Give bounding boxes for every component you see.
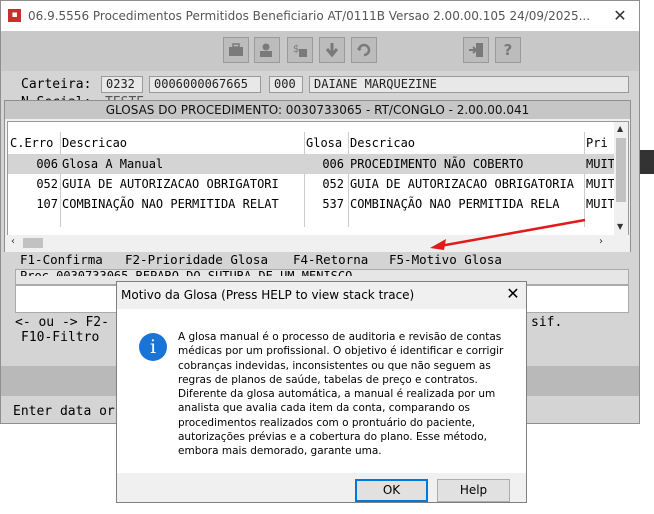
table-row[interactable]: 107 COMBINAÇÃO NAO PERMITIDA RELAT 537 C… bbox=[8, 194, 614, 214]
help-button[interactable]: Help bbox=[437, 479, 510, 502]
scrollbar-thumb[interactable] bbox=[616, 138, 626, 202]
table-row[interactable]: 006 Glosa A Manual 006 PROCEDIMENTO NÃO … bbox=[8, 154, 614, 174]
briefcase-icon[interactable] bbox=[223, 37, 249, 63]
carteira-field-1[interactable]: 0232 bbox=[101, 76, 143, 93]
scroll-up-icon[interactable]: ▲ bbox=[617, 124, 623, 133]
carteira-label: Carteira: bbox=[21, 77, 92, 92]
help-icon[interactable]: ? bbox=[495, 37, 521, 63]
col-header-descricao: Descricao bbox=[62, 136, 128, 150]
scroll-right-icon[interactable]: › bbox=[599, 236, 603, 247]
info-icon: i bbox=[139, 333, 167, 361]
refresh-icon[interactable] bbox=[351, 37, 377, 63]
help-glyph: ? bbox=[503, 41, 513, 59]
cell-pri: MUIT bbox=[586, 197, 614, 211]
cell-descricao: COMBINAÇÃO NAO PERMITIDA RELAT bbox=[62, 197, 279, 211]
ok-button[interactable]: OK bbox=[355, 479, 428, 502]
function-keys-bar: F1-Confirma F2-Prioridade Glosa F4-Retor… bbox=[4, 252, 631, 268]
money-icon[interactable]: $ bbox=[287, 37, 313, 63]
h-scrollbar-thumb[interactable] bbox=[23, 238, 43, 248]
dialog-title: Motivo da Glosa (Press HELP to view stac… bbox=[121, 288, 415, 302]
app-icon: ▪ bbox=[8, 9, 21, 22]
cell-cerro: 006 bbox=[36, 157, 58, 171]
svg-text:$: $ bbox=[293, 44, 299, 55]
cell-descricao-2: GUIA DE AUTORIZACAO OBRIGATORIA bbox=[350, 177, 574, 191]
cell-descricao-2: PROCEDIMENTO NÃO COBERTO bbox=[350, 157, 524, 171]
table-row[interactable]: 052 GUIA DE AUTORIZACAO OBRIGATORI 052 G… bbox=[8, 174, 614, 194]
procedure-line: Proc 0030733065 REPARO DO SUTURA DE UM M… bbox=[16, 270, 628, 276]
scroll-down-icon[interactable]: ▼ bbox=[617, 222, 623, 231]
motivo-glosa-dialog: Motivo da Glosa (Press HELP to view stac… bbox=[116, 281, 527, 503]
dialog-message: A glosa manual é o processo de auditoria… bbox=[178, 331, 504, 458]
status-line: Enter data or bbox=[13, 404, 115, 419]
vertical-scrollbar[interactable]: ▲ ▼ bbox=[614, 122, 628, 235]
f1-confirma[interactable]: F1-Confirma bbox=[20, 252, 103, 267]
col-header-pri: Pri bbox=[586, 136, 608, 150]
f2-prioridade-glosa[interactable]: F2-Prioridade Glosa bbox=[125, 252, 268, 267]
classif-label: sif. bbox=[531, 315, 563, 330]
cell-descricao: Glosa A Manual bbox=[62, 157, 164, 171]
col-header-glosa: Glosa bbox=[306, 136, 343, 150]
f5-motivo-glosa[interactable]: F5-Motivo Glosa bbox=[389, 252, 502, 267]
cell-descricao-2: COMBINAÇÃO NAO PERMITIDA RELA bbox=[350, 197, 560, 211]
col-header-cerro: C.Erro bbox=[10, 136, 54, 150]
window-title: 06.9.5556 Procedimentos Permitidos Benef… bbox=[28, 9, 591, 23]
cell-glosa: 006 bbox=[322, 157, 344, 171]
f10-filter[interactable]: F10-Filtro bbox=[21, 330, 99, 345]
scroll-left-icon[interactable]: ‹ bbox=[11, 236, 15, 247]
close-icon[interactable]: ✕ bbox=[603, 4, 637, 28]
glosas-title: GLOSAS DO PROCEDIMENTO: 0030733065 - RT/… bbox=[5, 101, 630, 119]
user-icon[interactable] bbox=[254, 37, 280, 63]
cell-descricao: GUIA DE AUTORIZACAO OBRIGATORI bbox=[62, 177, 279, 191]
cell-pri: MUIT bbox=[586, 177, 614, 191]
f4-retorna[interactable]: F4-Retorna bbox=[293, 252, 368, 267]
exit-icon[interactable] bbox=[463, 37, 489, 63]
down-arrow-icon[interactable] bbox=[319, 37, 345, 63]
beneficiary-name-field[interactable]: DAIANE MARQUEZINE bbox=[309, 76, 629, 93]
close-icon[interactable]: ✕ bbox=[503, 284, 523, 304]
col-header-descricao-2: Descricao bbox=[350, 136, 416, 150]
carteira-field-3[interactable]: 000 bbox=[269, 76, 303, 93]
cell-glosa: 052 bbox=[322, 177, 344, 191]
nav-hint: <- ou -> F2- bbox=[15, 315, 109, 330]
cell-cerro: 107 bbox=[36, 197, 58, 211]
annotation-arrow bbox=[430, 218, 586, 250]
cell-glosa: 537 bbox=[322, 197, 344, 211]
cell-pri: MUIT bbox=[586, 157, 614, 171]
background-window-edge bbox=[640, 150, 654, 174]
title-bar: ▪ 06.9.5556 Procedimentos Permitidos Ben… bbox=[1, 1, 639, 31]
carteira-field-2[interactable]: 0006000067665 bbox=[149, 76, 261, 93]
cell-cerro: 052 bbox=[36, 177, 58, 191]
dialog-body: i A glosa manual é o processo de auditor… bbox=[117, 309, 526, 473]
